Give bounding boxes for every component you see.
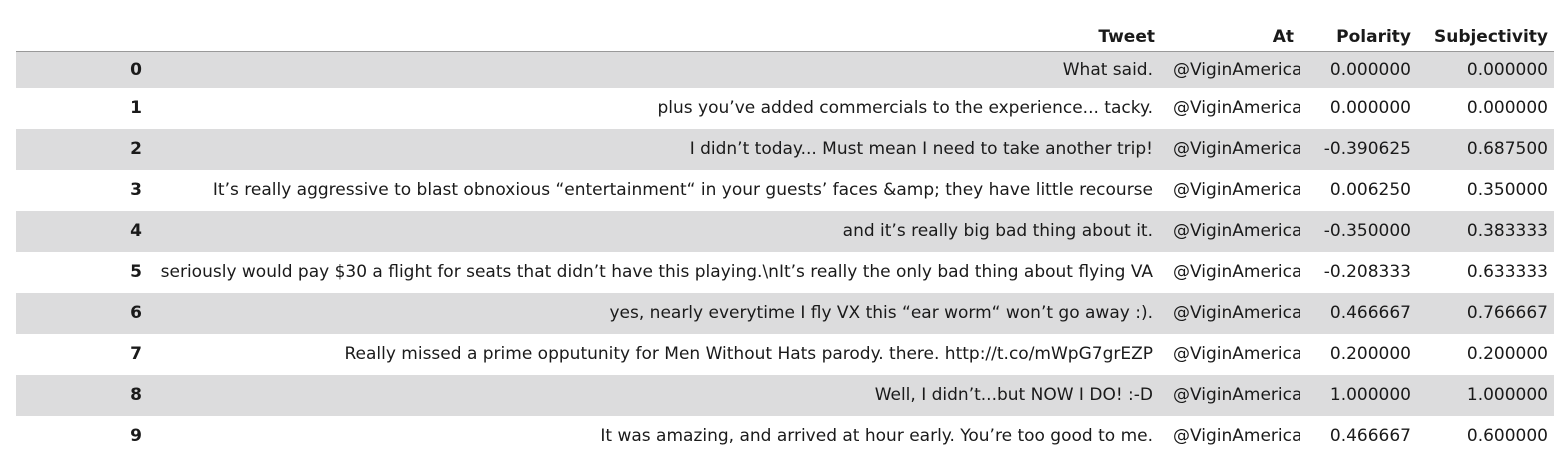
table-row: 4 and it’s really big bad thing about it… [16,210,1554,252]
at-cell: @ViginAmerica [1173,98,1300,118]
dataframe-table: Tweet At Polarity Subjectivity 0 What sa… [16,22,1554,457]
at-cell: @ViginAmerica [1173,59,1300,80]
tweet-cell: plus you’ve added commercials to the exp… [657,98,1154,118]
row-index: 1 [130,98,142,118]
table-row: 6 yes, nearly everytime I fly VX this “e… [16,292,1554,334]
row-index: 7 [130,344,142,364]
at-cell: @ViginAmerica [1173,180,1300,200]
table-row: 0 What said. @ViginAmerica 0.000000 0.00… [16,51,1554,88]
polarity-cell: -0.208333 [1323,262,1411,282]
column-header-polarity: Polarity [1300,22,1417,52]
header-index-blank [16,22,152,52]
column-header-at: At [1161,22,1300,52]
row-index: 0 [130,59,142,80]
dataframe-output: Tweet At Polarity Subjectivity 0 What sa… [16,22,1554,457]
polarity-cell: 0.000000 [1329,98,1411,118]
table-row: 5 seriously would pay $30 a flight for s… [16,251,1554,293]
polarity-cell: 1.000000 [1329,385,1411,405]
table-header: Tweet At Polarity Subjectivity [16,22,1554,52]
column-header-subjectivity: Subjectivity [1417,22,1554,52]
tweet-cell: seriously would pay $30 a flight for sea… [160,262,1153,282]
row-index: 9 [130,426,142,446]
table-row: 8 Well, I didn’t...but NOW I DO! :-D @Vi… [16,374,1554,416]
at-cell: @ViginAmerica [1173,221,1300,241]
polarity-cell: 0.000000 [1329,59,1411,80]
at-cell: @ViginAmerica [1173,262,1300,282]
row-index: 8 [130,385,142,405]
tweet-cell: I didn’t today... Must mean I need to ta… [689,139,1153,159]
tweet-cell: and it’s really big bad thing about it. [842,221,1153,241]
subjectivity-cell: 0.687500 [1466,139,1548,159]
subjectivity-cell: 0.383333 [1466,221,1548,241]
subjectivity-cell: 0.000000 [1466,98,1548,118]
at-cell: @ViginAmerica [1173,426,1300,446]
at-cell: @ViginAmerica [1173,385,1300,405]
tweet-cell: Well, I didn’t...but NOW I DO! :-D [874,385,1153,405]
at-cell: @ViginAmerica [1173,344,1300,364]
at-cell: @ViginAmerica [1173,139,1300,159]
at-cell: @ViginAmerica [1173,303,1300,323]
subjectivity-cell: 0.000000 [1466,59,1548,80]
column-header-tweet: Tweet [152,22,1161,52]
row-index: 3 [130,180,142,200]
polarity-cell: 0.466667 [1329,426,1411,446]
polarity-cell: 0.006250 [1329,180,1411,200]
table-row: 9 It was amazing, and arrived at hour ea… [16,415,1554,457]
row-index: 6 [130,303,142,323]
tweet-cell: It’s really aggressive to blast obnoxiou… [212,180,1153,200]
tweet-cell: It was amazing, and arrived at hour earl… [600,426,1153,446]
polarity-cell: 0.200000 [1329,344,1411,364]
table-row: 3 It’s really aggressive to blast obnoxi… [16,169,1554,211]
subjectivity-cell: 0.600000 [1466,426,1548,446]
table-body: 0 What said. @ViginAmerica 0.000000 0.00… [16,51,1554,457]
subjectivity-cell: 0.350000 [1466,180,1548,200]
polarity-cell: -0.350000 [1323,221,1411,241]
row-index: 4 [130,221,142,241]
tweet-cell: yes, nearly everytime I fly VX this “ear… [609,303,1153,323]
tweet-cell: What said. [1062,59,1153,80]
row-index: 2 [130,139,142,159]
polarity-cell: -0.390625 [1323,139,1411,159]
subjectivity-cell: 0.766667 [1466,303,1548,323]
table-row: 7 Really missed a prime opputunity for M… [16,333,1554,375]
polarity-cell: 0.466667 [1329,303,1411,323]
header-row: Tweet At Polarity Subjectivity [16,22,1554,52]
table-row: 2 I didn’t today... Must mean I need to … [16,128,1554,170]
subjectivity-cell: 0.633333 [1466,262,1548,282]
tweet-cell: Really missed a prime opputunity for Men… [344,344,1153,364]
subjectivity-cell: 0.200000 [1466,344,1548,364]
subjectivity-cell: 1.000000 [1466,385,1548,405]
row-index: 5 [130,262,142,282]
table-row: 1 plus you’ve added commercials to the e… [16,87,1554,129]
